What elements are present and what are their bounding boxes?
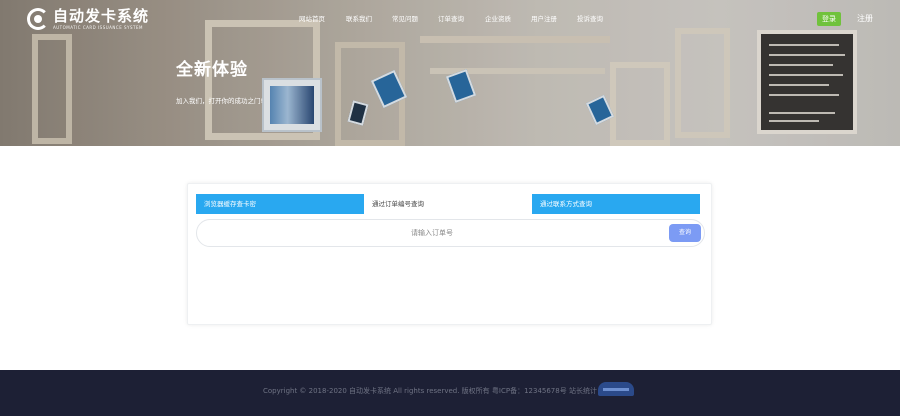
tab-contact-info[interactable]: 通过联系方式查询 [532,194,700,214]
footer: Copyright © 2018-2020 自动发卡系统 All rights … [0,370,900,416]
query-tabs: 浏览器缓存查卡密 通过订单编号查询 通过联系方式查询 [196,194,700,214]
search-bar: 查询 [196,219,705,247]
tab-order-number[interactable]: 通过订单编号查询 [364,194,532,214]
security-badge-icon[interactable] [598,382,634,396]
login-button[interactable]: 登录 [817,12,841,26]
register-link[interactable]: 注册 [857,13,873,25]
nav-item-register[interactable]: 用户注册 [531,14,557,24]
query-panel: 浏览器缓存查卡密 通过订单编号查询 通过联系方式查询 查询 [187,183,712,325]
tab-browser-cache[interactable]: 浏览器缓存查卡密 [196,194,364,214]
order-number-input[interactable] [217,224,647,242]
nav-item-order-query[interactable]: 订单查询 [438,14,464,24]
nav-item-faq[interactable]: 常见问题 [392,14,418,24]
nav-item-contact[interactable]: 联系我们 [346,14,372,24]
hero-subtitle: 加入我们，打开你的成功之门! [176,97,264,105]
nav-item-complaint[interactable]: 投诉查询 [577,14,603,24]
nav-item-home[interactable]: 网站首页 [299,14,325,24]
hero-title: 全新体验 [176,60,248,80]
main-nav: 网站首页 联系我们 常见问题 订单查询 企业资质 用户注册 投诉查询 [0,14,900,26]
query-button[interactable]: 查询 [669,224,701,242]
footer-copyright: Copyright © 2018-2020 自动发卡系统 All rights … [263,387,597,395]
nav-item-qualification[interactable]: 企业资质 [485,14,511,24]
